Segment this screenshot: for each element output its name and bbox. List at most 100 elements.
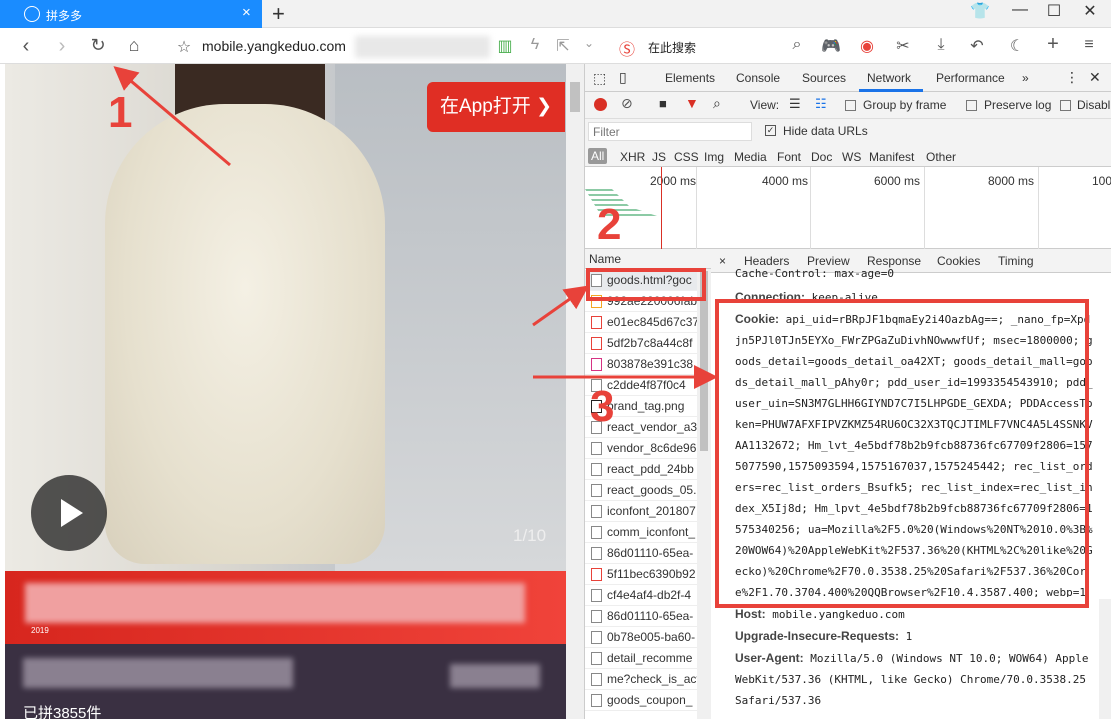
page-scrollbar[interactable] (566, 64, 584, 719)
request-row[interactable]: 5df2b7c8a44c8f (585, 333, 697, 354)
open-in-app-button[interactable]: 在App打开 ❯ (427, 82, 565, 132)
request-row[interactable]: me?check_is_act (585, 669, 697, 690)
bookmark-star-icon[interactable]: ☆ (172, 37, 196, 57)
kebab-icon[interactable]: ⋮ (1065, 69, 1079, 86)
waterfall-view-icon[interactable]: ☷ (815, 96, 827, 112)
tab-headers[interactable]: Headers (744, 254, 789, 268)
chevron-down-icon[interactable]: ⌄ (578, 36, 600, 50)
tab-sources[interactable]: Sources (802, 71, 846, 85)
url-field[interactable]: mobile.yangkeduo.com (202, 38, 346, 54)
night-mode-icon[interactable]: ☾ (1006, 36, 1028, 56)
close-devtools-icon[interactable]: ✕ (1089, 69, 1101, 86)
maximize-icon[interactable]: ☐ (1040, 1, 1068, 21)
request-row[interactable]: react_pdd_24bb (585, 459, 697, 480)
group-by-frame-checkbox[interactable] (845, 100, 856, 111)
device-toggle-icon[interactable]: ▯ (619, 69, 627, 86)
forward-icon[interactable]: › (50, 35, 74, 58)
type-other[interactable]: Other (926, 150, 956, 164)
type-manifest[interactable]: Manifest (869, 150, 914, 164)
disable-cache-checkbox[interactable] (1060, 100, 1071, 111)
list-view-icon[interactable]: ☰ (789, 96, 801, 112)
sogou-search-icon[interactable]: Ⓢ (616, 36, 638, 60)
menu-icon[interactable]: ≡ (1078, 36, 1100, 54)
tab-preview[interactable]: Preview (807, 254, 850, 268)
type-css[interactable]: CSS (674, 150, 699, 164)
request-row[interactable]: 86d01110-65ea- (585, 606, 697, 627)
network-timeline[interactable]: 2000 ms 4000 ms 6000 ms 8000 ms 100 (585, 167, 1111, 249)
reload-icon[interactable]: ↻ (86, 35, 110, 56)
request-row[interactable]: cf4e4af4-db2f-4 (585, 585, 697, 606)
request-row[interactable]: 5f11bec6390b92 (585, 564, 697, 585)
search-icon[interactable]: ⌕ (713, 95, 721, 112)
request-row[interactable]: comm_iconfont_ (585, 522, 697, 543)
record-icon[interactable] (594, 98, 607, 111)
request-row[interactable]: 803878e391c38 (585, 354, 697, 375)
download-icon[interactable]: ⤓ (930, 36, 952, 54)
request-row[interactable]: 86d01110-65ea- (585, 543, 697, 564)
tab-response[interactable]: Response (867, 254, 921, 268)
filter-icon[interactable]: ▼ (685, 95, 699, 111)
tab-elements[interactable]: Elements (665, 71, 715, 85)
type-media[interactable]: Media (734, 150, 767, 164)
preserve-log-checkbox[interactable] (966, 100, 977, 111)
tab-close-icon[interactable]: × (242, 4, 251, 21)
tab-network[interactable]: Network (867, 71, 911, 85)
file-icon (591, 610, 602, 623)
tab-console[interactable]: Console (736, 71, 780, 85)
request-name: 86d01110-65ea- (607, 546, 694, 560)
type-doc[interactable]: Doc (811, 150, 832, 164)
camera-icon[interactable]: ■ (659, 96, 667, 111)
tab-cookies[interactable]: Cookies (937, 254, 980, 268)
type-img[interactable]: Img (704, 150, 724, 164)
game-icon[interactable]: 🎮 (820, 36, 842, 56)
lightning-icon[interactable]: ϟ (524, 36, 546, 54)
annotation-number-3: 3 (590, 382, 615, 431)
request-list-scrollbar[interactable] (697, 269, 711, 719)
share-icon[interactable]: ⇱ (552, 36, 574, 56)
search-icon[interactable]: ⌕ (786, 36, 808, 54)
request-row[interactable]: e01ec845d67c37 (585, 312, 697, 333)
product-image[interactable]: 在App打开 ❯ 1/10 (5, 64, 566, 571)
request-name: goods_coupon_ (607, 693, 693, 707)
close-detail-icon[interactable]: × (719, 254, 726, 268)
undo-icon[interactable]: ↶ (966, 36, 988, 56)
type-js[interactable]: JS (652, 150, 666, 164)
back-icon[interactable]: ‹ (14, 35, 38, 58)
scroll-thumb[interactable] (570, 82, 580, 112)
home-icon[interactable]: ⌂ (122, 35, 146, 56)
request-row[interactable]: iconfont_201807 (585, 501, 697, 522)
inspect-icon[interactable]: ⬚ (593, 70, 606, 87)
close-window-icon[interactable]: ✕ (1076, 1, 1104, 21)
request-row[interactable]: detail_recomme (585, 648, 697, 669)
filter-input[interactable] (588, 122, 752, 141)
add-icon[interactable]: + (1042, 33, 1064, 56)
detail-scrollbar[interactable] (1099, 599, 1111, 719)
request-row[interactable]: 0b78e005-ba60- (585, 627, 697, 648)
minimize-icon[interactable]: — (1006, 1, 1034, 19)
request-row[interactable]: vendor_8c6de96 (585, 438, 697, 459)
price-bar: 已拼3855件 (5, 644, 566, 719)
tab-timing[interactable]: Timing (998, 254, 1034, 268)
browser-tab[interactable]: 拼多多 × (0, 0, 262, 28)
weibo-icon[interactable]: ◉ (856, 36, 878, 56)
request-row[interactable]: react_goods_05. (585, 480, 697, 501)
hide-data-urls-checkbox[interactable]: ✓ (765, 125, 776, 136)
type-font[interactable]: Font (777, 150, 801, 164)
new-tab-button[interactable]: + (272, 1, 285, 27)
type-ws[interactable]: WS (842, 150, 861, 164)
tab-performance[interactable]: Performance (936, 71, 1005, 85)
search-box[interactable]: 在此搜索 (648, 39, 696, 56)
request-name: me?check_is_act (607, 672, 697, 686)
request-row[interactable]: goods_coupon_ (585, 690, 697, 711)
network-toolbar: ⊘ ■ ▼ ⌕ View: ☰ ☷ Group by frame Preserv… (585, 92, 1111, 119)
more-tabs[interactable]: » (1022, 71, 1029, 85)
play-icon[interactable] (31, 475, 107, 551)
type-xhr[interactable]: XHR (620, 150, 645, 164)
shirt-icon[interactable]: 👕 (966, 1, 994, 21)
scissors-icon[interactable]: ✂ (892, 36, 914, 56)
type-all[interactable]: All (588, 148, 608, 164)
file-icon (591, 673, 602, 686)
clear-icon[interactable]: ⊘ (621, 95, 633, 112)
address-bar: ‹ › ↻ ⌂ ☆ mobile.yangkeduo.com ▥ ϟ ⇱ ⌄ Ⓢ… (0, 28, 1111, 64)
reader-icon[interactable]: ▥ (494, 36, 516, 56)
